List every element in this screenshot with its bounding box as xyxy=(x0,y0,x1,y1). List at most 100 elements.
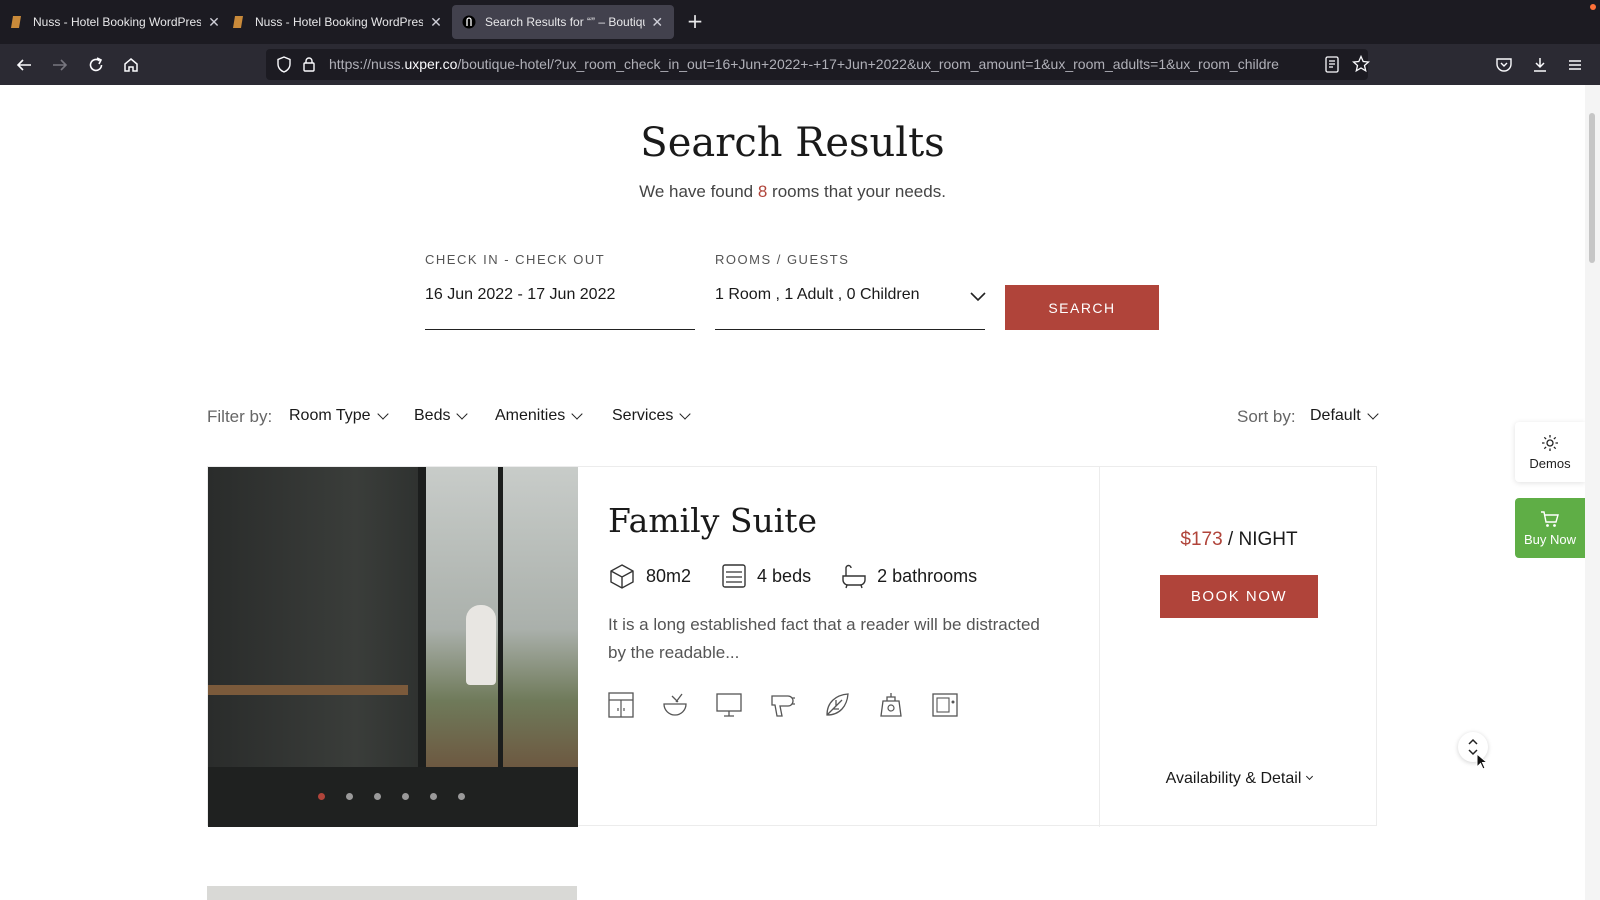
pocket-icon xyxy=(1496,58,1512,72)
tab-close-icon[interactable]: ✕ xyxy=(429,14,443,31)
page-title: Search Results xyxy=(640,120,945,166)
tv-icon xyxy=(716,693,742,717)
forward-button[interactable] xyxy=(47,52,73,78)
next-room-card-preview xyxy=(207,886,577,900)
safe-icon xyxy=(932,693,958,717)
url-bar[interactable]: https://nuss.uxper.co/boutique-hotel/?ux… xyxy=(266,49,1371,80)
home-button[interactable] xyxy=(118,52,144,78)
cart-icon xyxy=(1541,510,1559,527)
back-button[interactable] xyxy=(11,52,37,78)
downloads-button[interactable] xyxy=(1527,52,1553,78)
amenity-icons xyxy=(608,692,958,718)
hamburger-menu-icon xyxy=(1569,60,1581,70)
carousel-dot[interactable] xyxy=(318,793,325,800)
filter-bar: Filter by: Room Type Beds Amenities Serv… xyxy=(207,405,1379,431)
checkin-checkout-field[interactable]: 16 Jun 2022 - 17 Jun 2022 xyxy=(425,286,615,304)
tab-close-icon[interactable]: ✕ xyxy=(207,14,221,31)
buy-now-label: Buy Now xyxy=(1523,531,1577,547)
room-price: $173 / NIGHT xyxy=(1180,529,1298,550)
chevron-down-icon xyxy=(679,408,692,420)
results-summary: We have found 8 rooms that your needs. xyxy=(639,182,946,201)
page-scrollbar[interactable] xyxy=(1585,85,1600,900)
carousel-dot[interactable] xyxy=(346,793,353,800)
hair-dryer-icon xyxy=(771,695,795,717)
mouse-cursor-icon xyxy=(1476,752,1489,775)
filter-label: Filter by: xyxy=(207,407,273,426)
chevron-down-icon xyxy=(1367,408,1379,420)
room-beds: 4 beds xyxy=(721,563,811,589)
bathtub-icon xyxy=(842,564,866,589)
filter-beds[interactable]: Beds xyxy=(414,407,469,425)
new-tab-button[interactable]: + xyxy=(683,10,707,34)
carousel-dot[interactable] xyxy=(458,793,465,800)
room-area: 80m2 xyxy=(608,563,691,589)
carousel-dots xyxy=(318,793,465,800)
checkin-underline xyxy=(425,329,695,330)
home-icon xyxy=(124,58,138,72)
room-photo[interactable] xyxy=(208,467,578,827)
demos-widget[interactable]: Demos xyxy=(1515,422,1585,482)
book-now-button[interactable]: BOOK NOW xyxy=(1160,575,1318,618)
leaf-icon xyxy=(826,693,849,716)
notification-dot-icon xyxy=(1590,4,1596,10)
search-button[interactable]: SEARCH xyxy=(1005,285,1159,330)
chevron-down-icon xyxy=(1306,773,1314,781)
tab-title: Search Results for “” – Boutique xyxy=(485,15,645,29)
results-count: 8 xyxy=(757,182,768,201)
carousel-dot[interactable] xyxy=(402,793,409,800)
browser-nav-bar: https://nuss.uxper.co/boutique-hotel/?ux… xyxy=(0,44,1600,85)
page-content: Search Results We have found 8 rooms tha… xyxy=(0,85,1585,900)
carousel-dot[interactable] xyxy=(374,793,381,800)
browser-tab-3-active[interactable]: Search Results for “” – Boutique ✕ xyxy=(452,5,674,39)
chevron-down-icon xyxy=(456,408,469,420)
back-arrow-icon xyxy=(16,59,31,71)
menu-button[interactable] xyxy=(1562,52,1588,78)
chevron-down-icon[interactable] xyxy=(970,287,986,306)
availability-detail-link[interactable]: Availability & Detail xyxy=(1100,770,1378,788)
tab-close-icon[interactable]: ✕ xyxy=(651,14,664,31)
room-specs: 80m2 4 beds 2 bathrooms xyxy=(608,563,1007,589)
gear-icon xyxy=(1542,434,1558,451)
rooms-guests-label: ROOMS / GUESTS xyxy=(715,252,850,267)
reload-icon xyxy=(89,57,103,72)
reader-view-icon[interactable] xyxy=(1324,56,1340,77)
bookmark-star-icon[interactable] xyxy=(1351,54,1371,77)
room-title[interactable]: Family Suite xyxy=(608,501,817,540)
room-card: Family Suite 80m2 4 beds 2 bathrooms It … xyxy=(207,466,1378,827)
chevron-down-icon xyxy=(376,408,389,420)
rooms-underline xyxy=(715,329,985,330)
wardrobe-icon xyxy=(608,692,634,718)
sort-dropdown[interactable]: Default xyxy=(1310,407,1379,425)
download-icon xyxy=(1534,58,1546,72)
sort-label: Sort by: xyxy=(1237,407,1296,426)
tab-title: Nuss - Hotel Booking WordPress xyxy=(33,15,201,29)
lock-icon[interactable] xyxy=(302,56,316,77)
site-favicon-icon xyxy=(462,15,476,29)
bed-icon xyxy=(722,564,746,588)
demos-label: Demos xyxy=(1529,455,1571,471)
pocket-button[interactable] xyxy=(1491,52,1517,78)
forward-arrow-icon xyxy=(53,59,68,71)
chevron-down-icon xyxy=(571,408,583,420)
carousel-dot[interactable] xyxy=(430,793,437,800)
filter-room-type[interactable]: Room Type xyxy=(289,407,389,425)
url-text[interactable]: https://nuss.uxper.co/boutique-hotel/?ux… xyxy=(329,56,1319,72)
browser-tab-2[interactable]: Nuss - Hotel Booking WordPress ✕ xyxy=(222,5,453,39)
browser-tab-1[interactable]: Nuss - Hotel Booking WordPress ✕ xyxy=(0,5,231,39)
checkin-label: CHECK IN - CHECK OUT xyxy=(425,252,606,267)
filter-amenities[interactable]: Amenities xyxy=(495,407,583,425)
site-favicon-icon xyxy=(232,15,246,29)
filter-services[interactable]: Services xyxy=(612,407,692,425)
scrollbar-thumb[interactable] xyxy=(1589,113,1595,263)
tracking-shield-icon[interactable] xyxy=(276,56,292,77)
area-cube-icon xyxy=(610,564,634,589)
kettle-icon xyxy=(880,693,902,717)
room-description: It is a long established fact that a rea… xyxy=(608,615,1040,662)
site-favicon-icon xyxy=(10,15,24,29)
buy-now-widget[interactable]: Buy Now xyxy=(1515,498,1585,558)
reload-button[interactable] xyxy=(83,52,109,78)
room-bathrooms: 2 bathrooms xyxy=(841,563,977,589)
tab-title: Nuss - Hotel Booking WordPress xyxy=(255,15,423,29)
food-bowl-icon xyxy=(663,693,687,716)
rooms-guests-field[interactable]: 1 Room , 1 Adult , 0 Children xyxy=(715,286,920,304)
